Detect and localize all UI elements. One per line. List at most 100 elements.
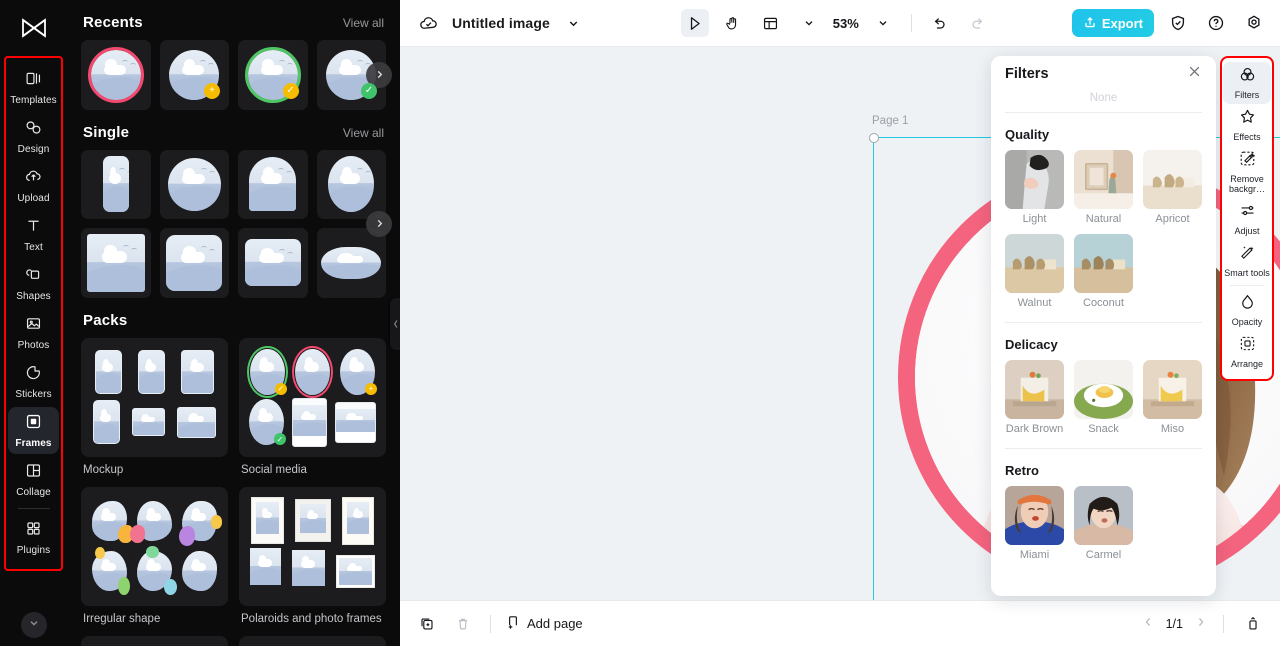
frame-thumb-single-8[interactable] <box>316 228 386 298</box>
sidebar-item-shapes[interactable]: Shapes <box>8 260 59 307</box>
tool-adjust[interactable]: Adjust <box>1223 198 1271 240</box>
pack-more-1[interactable] <box>81 635 228 646</box>
sidebar-item-upload[interactable]: Upload <box>8 162 59 209</box>
view-all-link[interactable]: View all <box>343 16 384 30</box>
zoom-level-value[interactable]: 53% <box>833 16 859 31</box>
frame-thumb-single-5[interactable] <box>81 228 151 298</box>
filter-item-miami[interactable]: Miami <box>1005 486 1064 561</box>
filter-item-coconut[interactable]: Coconut <box>1074 234 1133 309</box>
frame-thumb-single-7[interactable] <box>238 228 308 298</box>
green-check-badge-icon: ✓ <box>361 82 377 99</box>
filter-thumbnail <box>1143 360 1202 419</box>
view-all-link[interactable]: View all <box>343 126 384 140</box>
pack-polaroids[interactable]: Polaroids and photo frames <box>239 486 386 625</box>
zoom-chevron-down-icon[interactable] <box>869 9 897 37</box>
frame-thumb-single-2[interactable] <box>159 149 229 219</box>
filter-item-miso[interactable]: Miso <box>1143 360 1202 435</box>
filter-thumbnail <box>1074 150 1133 209</box>
tool-label: Arrange <box>1230 359 1264 369</box>
delete-page-button[interactable] <box>450 611 476 637</box>
sidebar-item-label: Collage <box>16 486 51 498</box>
cursor-select-tool[interactable] <box>680 9 709 37</box>
add-page-icon <box>505 614 521 633</box>
cloud-saved-icon[interactable] <box>414 9 442 37</box>
arrange-icon <box>1239 335 1256 357</box>
hand-pan-tool[interactable] <box>719 9 747 37</box>
filter-name: Miso <box>1160 423 1185 435</box>
tool-opacity[interactable]: Opacity <box>1223 289 1271 331</box>
pack-social-media[interactable]: ✓ + ✓ Social media <box>239 337 386 476</box>
frame-thumb-single-6[interactable] <box>159 228 229 298</box>
layout-panels-tool[interactable] <box>757 9 785 37</box>
right-tool-rail: Filters Effects Remove backgr… Adjust Sm… <box>1220 56 1274 381</box>
resize-handle-top-left[interactable] <box>869 133 879 143</box>
panel-title: Filters <box>1005 66 1049 82</box>
help-circle-icon[interactable] <box>1202 9 1230 37</box>
tool-filters[interactable]: Filters <box>1223 62 1271 104</box>
sidebar-item-text[interactable]: Text <box>8 211 59 258</box>
filter-item-natural[interactable]: Natural <box>1074 150 1133 225</box>
filters-scroll-body[interactable]: None Quality Light Natural Apricot Walnu… <box>991 92 1216 596</box>
filter-item-apricot[interactable]: Apricot <box>1143 150 1202 225</box>
duplicate-page-button[interactable] <box>414 611 440 637</box>
frame-thumb-recent-2[interactable]: + <box>159 40 229 110</box>
redo-button[interactable] <box>964 9 992 37</box>
rail-expand-button[interactable] <box>20 612 47 638</box>
undo-button[interactable] <box>926 9 954 37</box>
sidebar-item-label: Plugins <box>16 544 51 556</box>
tool-arrange[interactable]: Arrange <box>1223 331 1271 373</box>
filter-name: Coconut <box>1083 297 1124 309</box>
filter-thumbnail <box>1143 150 1202 209</box>
frame-thumb-recent-3[interactable]: ✓ <box>238 40 308 110</box>
add-page-button[interactable]: Add page <box>505 614 583 633</box>
filter-item-walnut[interactable]: Walnut <box>1005 234 1064 309</box>
browse-scroll-area[interactable]: Recents View all + ✓ ✓ Single View all P… <box>67 0 400 646</box>
tool-remove-background[interactable]: Remove backgr… <box>1223 146 1271 198</box>
sidebar-item-plugins[interactable]: Plugins <box>8 514 59 561</box>
filter-item-carmel[interactable]: Carmel <box>1074 486 1133 561</box>
frame-thumb-single-4[interactable] <box>316 149 386 219</box>
filters-icon <box>1239 66 1256 88</box>
pack-irregular-shape[interactable]: Irregular shape <box>81 486 228 625</box>
chevron-left-icon[interactable] <box>1142 616 1154 631</box>
frame-thumb-recent-1[interactable] <box>81 40 151 110</box>
filter-grid-retro: Miami Carmel <box>1005 486 1202 561</box>
panel-collapse-handle[interactable] <box>390 298 400 350</box>
layout-chevron-down-icon[interactable] <box>795 9 823 37</box>
tool-smart-tools[interactable]: Smart tools <box>1223 240 1271 282</box>
sidebar-item-stickers[interactable]: Stickers <box>8 358 59 405</box>
add-page-label: Add page <box>527 616 583 631</box>
packs-grid: Mockup ✓ + ✓ Social media Irregular shap… <box>81 337 386 646</box>
sidebar-item-label: Stickers <box>15 388 52 400</box>
chevron-down-icon[interactable] <box>560 9 588 37</box>
present-button[interactable] <box>1240 611 1266 637</box>
close-icon[interactable] <box>1187 64 1202 84</box>
sidebar-item-frames[interactable]: Frames <box>8 407 59 454</box>
filter-name: Apricot <box>1155 213 1190 225</box>
sidebar-item-collage[interactable]: Collage <box>8 456 59 503</box>
section-header-single: Single View all <box>81 110 386 150</box>
filter-thumbnail <box>1005 486 1064 545</box>
capcut-logo[interactable] <box>14 12 54 46</box>
pack-mockup[interactable]: Mockup <box>81 337 228 476</box>
filter-thumbnail <box>1074 234 1133 293</box>
section-title: Single <box>83 123 130 141</box>
gear-icon[interactable] <box>1240 9 1268 37</box>
filter-group-title-quality: Quality <box>1005 127 1050 142</box>
sidebar-item-design[interactable]: Design <box>8 113 59 160</box>
sidebar-item-templates[interactable]: Templates <box>8 64 59 111</box>
pack-more-2[interactable] <box>239 635 386 646</box>
filter-item-light[interactable]: Light <box>1005 150 1064 225</box>
export-button[interactable]: Export <box>1071 9 1154 37</box>
sidebar-item-photos[interactable]: Photos <box>8 309 59 356</box>
tool-effects[interactable]: Effects <box>1223 104 1271 146</box>
shield-check-icon[interactable] <box>1164 9 1192 37</box>
partial-filter-none-label[interactable]: None <box>1005 92 1202 103</box>
frame-thumb-single-1[interactable] <box>81 149 151 219</box>
frame-thumb-single-3[interactable] <box>238 149 308 219</box>
filter-item-dark-brown[interactable]: Dark Brown <box>1005 360 1064 435</box>
document-title[interactable]: Untitled image <box>452 15 550 31</box>
single-next-button[interactable] <box>366 210 392 237</box>
filter-item-snack[interactable]: Snack <box>1074 360 1133 435</box>
chevron-right-icon[interactable] <box>1195 616 1207 631</box>
